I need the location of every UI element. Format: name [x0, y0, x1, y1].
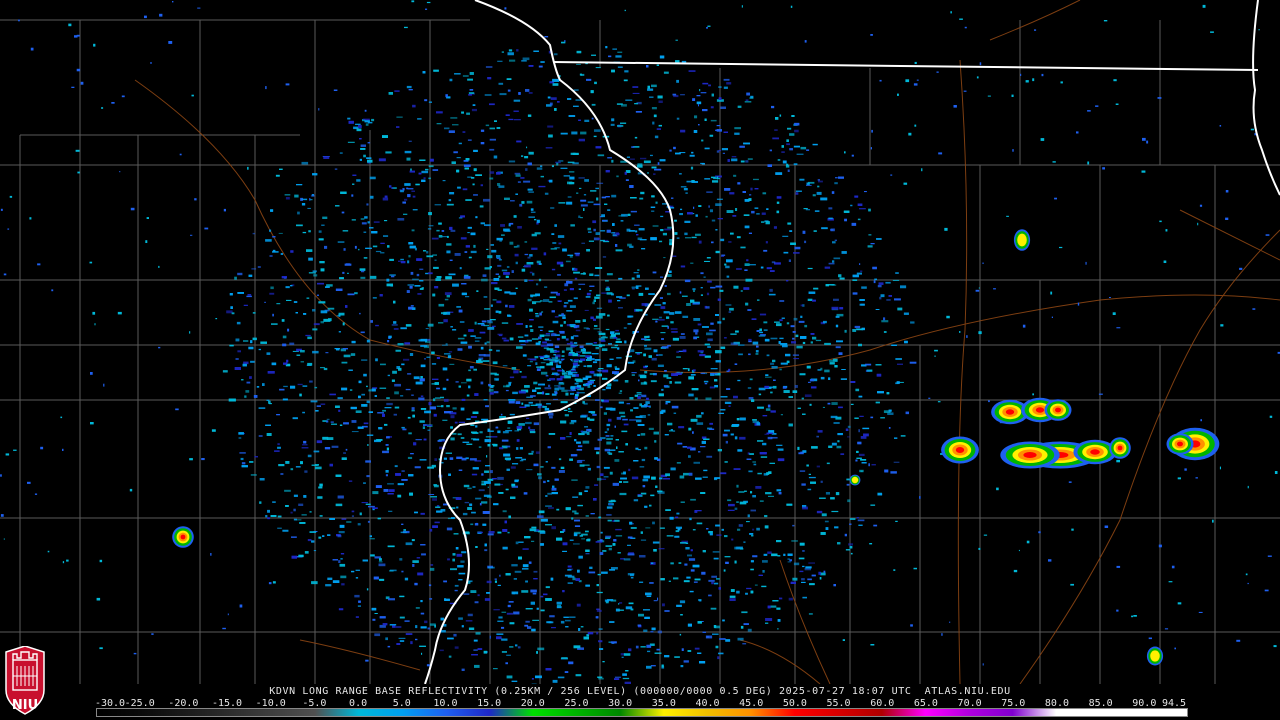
radar-site-dot [561, 359, 573, 371]
radar-map [0, 0, 1280, 684]
logo-text: NIU [11, 698, 39, 713]
radar-display: KDVN LONG RANGE BASE REFLECTIVITY (0.25K… [0, 0, 1280, 720]
reflectivity-color-scale [96, 708, 1188, 717]
niu-logo: NIU [4, 645, 46, 716]
radar-caption: KDVN LONG RANGE BASE REFLECTIVITY (0.25K… [269, 686, 1011, 697]
scale-labels: -30.0 -25.0 -20.0 -15.0 -10.0 -5.0 0.0 5.0 10.0 1… [95, 698, 1188, 709]
